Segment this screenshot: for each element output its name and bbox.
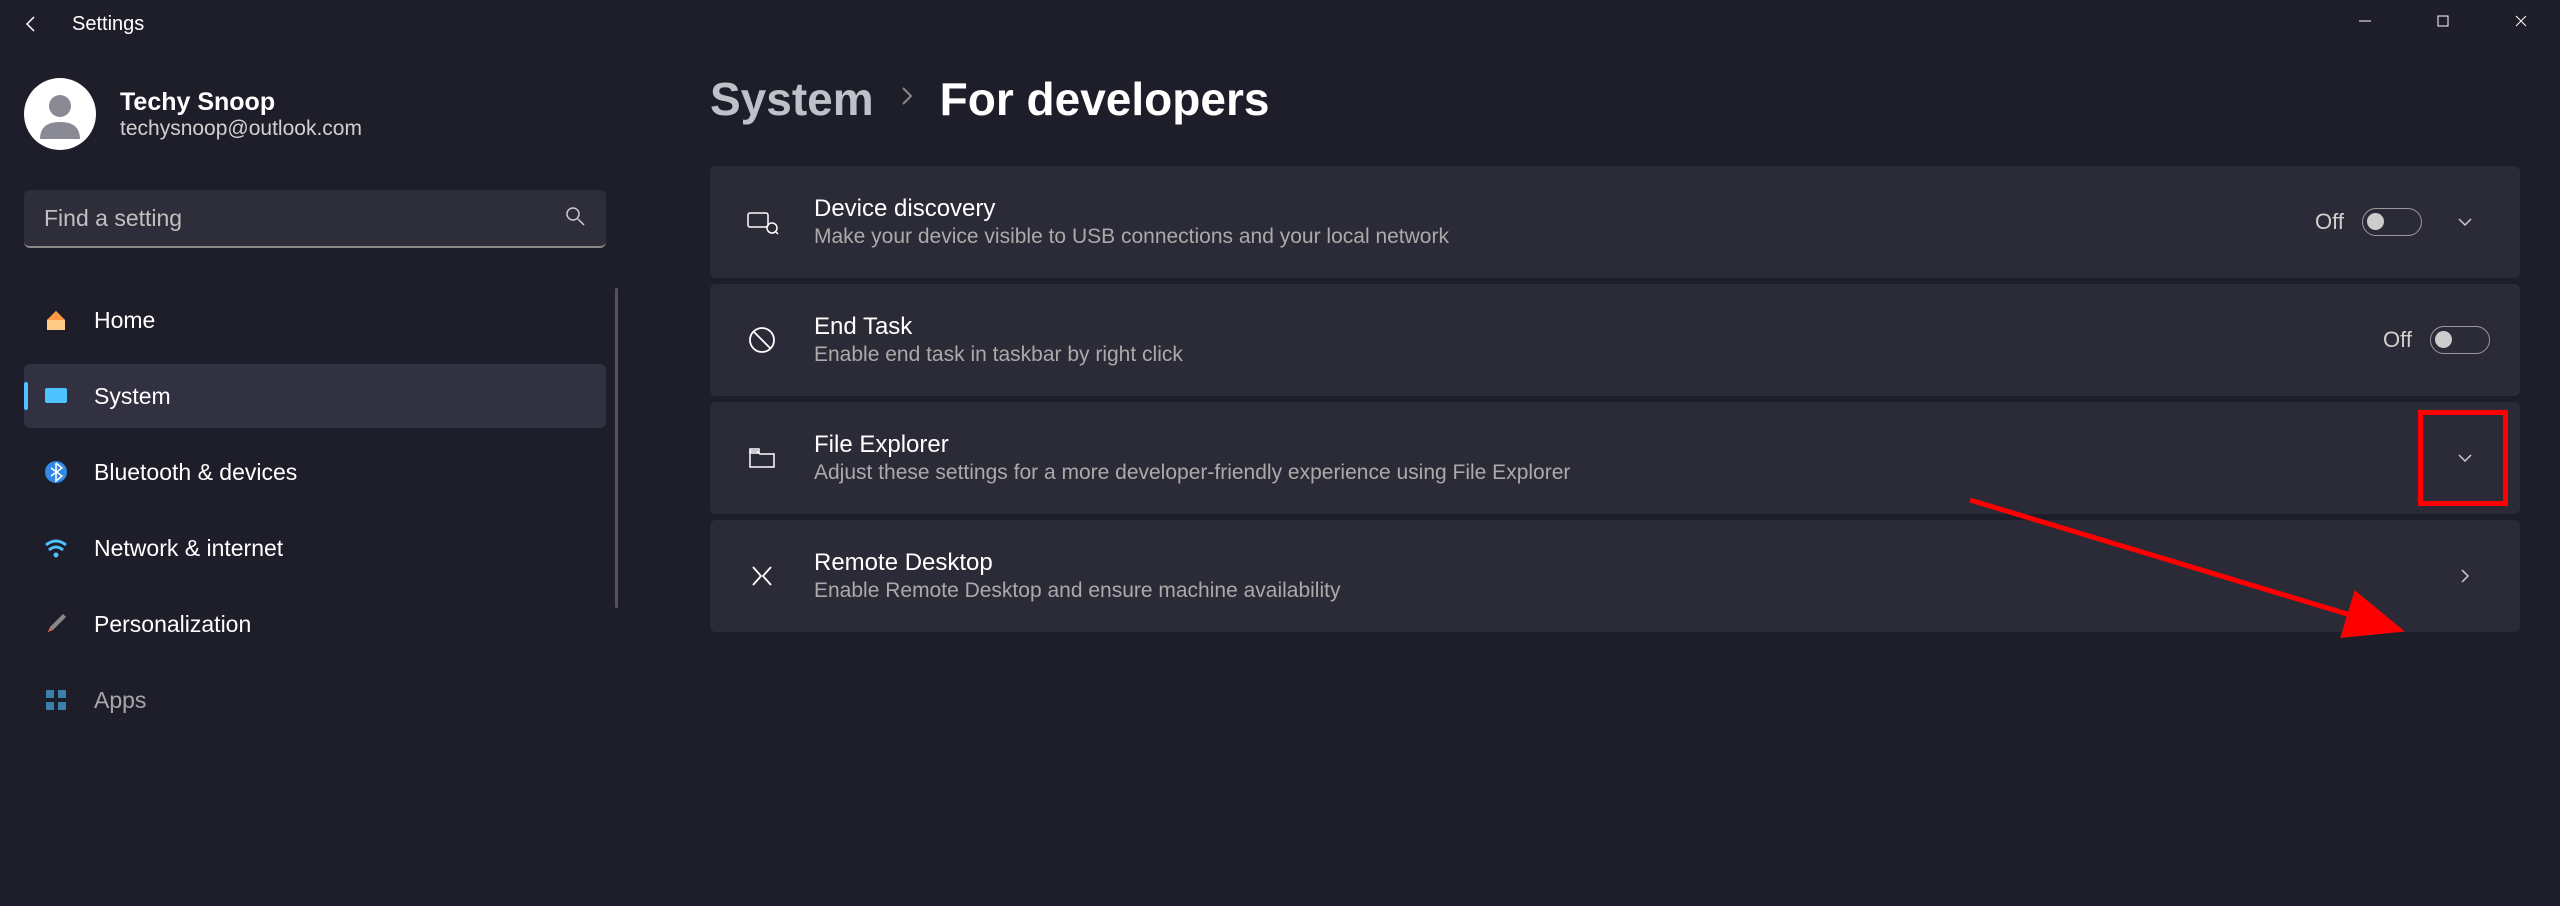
remote-desktop-icon	[740, 559, 784, 593]
sidebar-item-label: Network & internet	[94, 535, 283, 562]
user-email: techysnoop@outlook.com	[120, 117, 362, 141]
breadcrumb: System For developers	[710, 72, 2520, 126]
sidebar-item-label: Home	[94, 307, 155, 334]
sidebar-item-home[interactable]: Home	[24, 288, 606, 352]
sidebar-scrollbar[interactable]	[615, 288, 618, 608]
sidebar-item-system[interactable]: System	[24, 364, 606, 428]
sidebar-item-label: System	[94, 383, 171, 410]
sidebar-item-label: Bluetooth & devices	[94, 459, 297, 486]
toggle-label: Off	[2315, 209, 2344, 235]
chevron-right-icon	[898, 81, 916, 118]
wifi-icon	[42, 534, 70, 562]
maximize-button[interactable]	[2404, 0, 2482, 42]
search-box[interactable]	[24, 190, 606, 248]
setting-desc: Enable Remote Desktop and ensure machine…	[814, 579, 2410, 603]
user-name: Techy Snoop	[120, 88, 362, 117]
bluetooth-icon	[42, 458, 70, 486]
toggle-label: Off	[2383, 327, 2412, 353]
setting-desc: Adjust these settings for a more develop…	[814, 461, 2410, 485]
file-explorer-icon	[740, 441, 784, 475]
back-button[interactable]	[8, 0, 56, 48]
setting-title: End Task	[814, 313, 2353, 341]
end-task-icon	[740, 323, 784, 357]
sidebar-item-apps[interactable]: Apps	[24, 668, 606, 732]
breadcrumb-current: For developers	[940, 72, 1270, 126]
user-info[interactable]: Techy Snoop techysnoop@outlook.com	[24, 78, 606, 150]
close-button[interactable]	[2482, 0, 2560, 42]
apps-icon	[42, 686, 70, 714]
avatar	[24, 78, 96, 150]
sidebar-item-network[interactable]: Network & internet	[24, 516, 606, 580]
setting-end-task[interactable]: End Task Enable end task in taskbar by r…	[710, 284, 2520, 396]
expand-button[interactable]	[2440, 197, 2490, 247]
home-icon	[42, 306, 70, 334]
setting-title: Device discovery	[814, 195, 2285, 223]
sidebar: Techy Snoop techysnoop@outlook.com Home	[0, 48, 630, 906]
sidebar-item-label: Apps	[94, 687, 146, 714]
device-discovery-toggle[interactable]	[2362, 208, 2422, 236]
end-task-toggle[interactable]	[2430, 326, 2490, 354]
sidebar-item-personalization[interactable]: Personalization	[24, 592, 606, 656]
minimize-button[interactable]	[2326, 0, 2404, 42]
expand-button[interactable]	[2440, 433, 2490, 483]
setting-desc: Make your device visible to USB connecti…	[814, 225, 2285, 249]
sidebar-item-bluetooth[interactable]: Bluetooth & devices	[24, 440, 606, 504]
setting-title: Remote Desktop	[814, 549, 2410, 577]
device-discovery-icon	[740, 205, 784, 239]
setting-device-discovery[interactable]: Device discovery Make your device visibl…	[710, 166, 2520, 278]
search-input[interactable]	[44, 205, 564, 232]
setting-desc: Enable end task in taskbar by right clic…	[814, 343, 2353, 367]
brush-icon	[42, 610, 70, 638]
breadcrumb-parent[interactable]: System	[710, 72, 874, 126]
navigate-button[interactable]	[2440, 551, 2490, 601]
sidebar-item-label: Personalization	[94, 611, 251, 638]
app-title: Settings	[72, 13, 144, 36]
system-icon	[42, 382, 70, 410]
main-content: System For developers Device discovery M…	[630, 48, 2560, 906]
search-icon	[564, 205, 586, 232]
setting-title: File Explorer	[814, 431, 2410, 459]
setting-remote-desktop[interactable]: Remote Desktop Enable Remote Desktop and…	[710, 520, 2520, 632]
setting-file-explorer[interactable]: File Explorer Adjust these settings for …	[710, 402, 2520, 514]
